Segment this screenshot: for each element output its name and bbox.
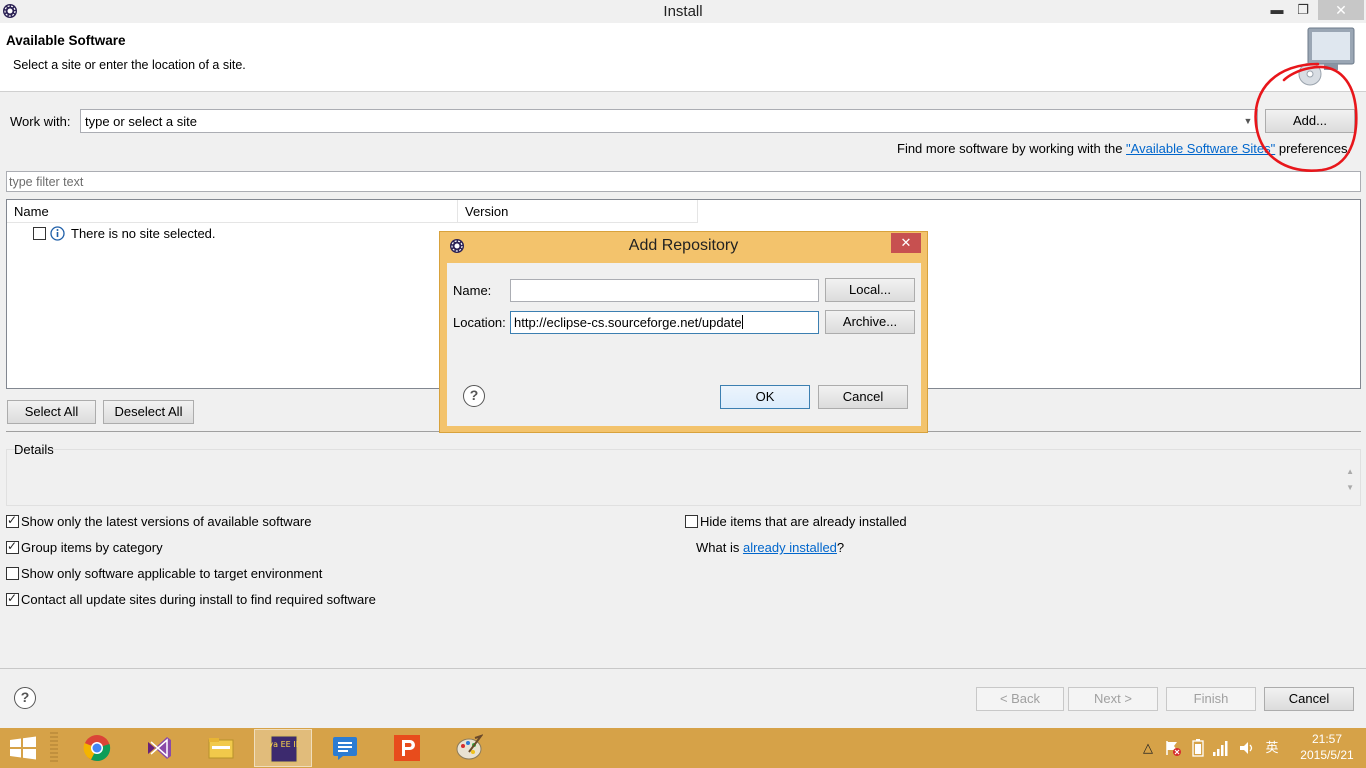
contact-sites-checkbox[interactable] [6, 591, 19, 606]
taskbar-grip [50, 732, 58, 764]
column-header-version[interactable]: Version [458, 200, 698, 223]
taskbar-chrome[interactable] [68, 729, 126, 767]
column-header-name[interactable]: Name [7, 200, 458, 223]
dialog-close-button[interactable]: ✕ [891, 233, 921, 253]
taskbar-eclipse-javaee[interactable]: Java EE IDE [254, 729, 312, 767]
volume-icon[interactable] [1238, 739, 1256, 757]
red-annotation-circle [1254, 62, 1358, 172]
repo-location-input[interactable]: http://eclipse-cs.sourceforge.net/update [510, 311, 819, 334]
chrome-icon [83, 735, 111, 762]
what-is-prefix: What is [696, 540, 743, 555]
target-env-checkbox[interactable] [6, 567, 19, 580]
latest-versions-label: Show only the latest versions of availab… [21, 514, 312, 529]
taskbar-file-explorer[interactable] [192, 729, 250, 767]
group-by-category-label: Group items by category [21, 540, 163, 555]
battery-icon[interactable] [1192, 739, 1204, 757]
clock-date: 2015/5/21 [1300, 748, 1354, 762]
archive-button[interactable]: Archive... [825, 310, 915, 334]
dialog-help-icon[interactable]: ? [463, 385, 485, 407]
filter-placeholder: type filter text [9, 175, 84, 189]
next-button[interactable]: Next > [1068, 687, 1158, 711]
deselect-all-button[interactable]: Deselect All [103, 400, 194, 424]
windows-start-icon[interactable] [8, 736, 38, 760]
taskbar-presentation[interactable] [378, 729, 436, 767]
visual-studio-icon [148, 737, 171, 759]
details-scroll-arrows[interactable]: ▲ ▼ [1346, 468, 1354, 492]
chat-list-icon [333, 737, 357, 760]
taskbar-clock[interactable]: 21:57 2015/5/21 [1296, 731, 1358, 763]
close-button[interactable]: ✕ [1318, 0, 1364, 20]
wizard-header: Available Software Select a site or ente… [0, 23, 1366, 92]
back-button[interactable]: < Back [976, 687, 1064, 711]
repo-name-input[interactable] [510, 279, 819, 302]
hide-installed-checkbox[interactable] [685, 515, 698, 528]
clock-time: 21:57 [1311, 732, 1343, 746]
latest-versions-checkbox[interactable] [6, 513, 19, 528]
work-with-combo[interactable]: type or select a site ▼ [80, 109, 1258, 133]
what-is-installed-text: What is already installed? [696, 540, 844, 555]
repo-location-label: Location: [453, 315, 506, 330]
filter-input[interactable]: type filter text [6, 171, 1361, 192]
what-is-suffix: ? [836, 540, 845, 555]
details-panel: ▲ ▼ [6, 449, 1361, 506]
ok-button[interactable]: OK [720, 385, 810, 409]
help-icon[interactable]: ? [14, 687, 36, 709]
find-more-prefix: Find more software by working with the [897, 141, 1127, 156]
repo-name-label: Name: [453, 283, 492, 298]
row-checkbox[interactable] [33, 227, 46, 240]
title-bar: Install ▬ ❐ ✕ [0, 0, 1366, 23]
tray-up-arrow-icon[interactable]: △ [1140, 736, 1156, 760]
maximize-button[interactable]: ❐ [1290, 0, 1316, 20]
taskbar-messenger[interactable] [316, 729, 374, 767]
page-subtitle: Select a site or enter the location of a… [13, 58, 246, 72]
wifi-signal-icon[interactable] [1212, 739, 1230, 757]
repo-location-value: http://eclipse-cs.sourceforge.net/update [514, 315, 742, 330]
contact-sites-label: Contact all update sites during install … [21, 592, 376, 607]
action-center-flag-icon[interactable] [1164, 739, 1182, 757]
hide-installed-label: Hide items that are already installed [700, 514, 907, 529]
local-button[interactable]: Local... [825, 278, 915, 302]
dialog-body: Name: Local... Location: http://eclipse-… [447, 263, 921, 426]
already-installed-link[interactable]: already installed [743, 540, 837, 555]
select-all-button[interactable]: Select All [7, 400, 96, 424]
text-caret [741, 315, 743, 329]
window-title: Install [663, 3, 703, 20]
info-icon [50, 226, 65, 241]
dialog-title: Add Repository [628, 237, 739, 254]
paint-palette-icon [456, 734, 483, 760]
work-with-label: Work with: [10, 114, 71, 129]
page-title: Available Software [6, 33, 126, 48]
add-repository-dialog: Add Repository ✕ Name: Local... Location… [439, 231, 928, 433]
footer-separator [0, 668, 1366, 669]
eclipse-javaee-icon: Java EE IDE [270, 735, 298, 763]
taskbar-paint[interactable] [440, 729, 498, 767]
finish-button[interactable]: Finish [1166, 687, 1256, 711]
minimize-button[interactable]: ▬ [1264, 0, 1290, 20]
taskbar-visual-studio[interactable] [130, 729, 188, 767]
folder-icon [208, 738, 234, 759]
details-label: Details [14, 442, 54, 457]
empty-message: There is no site selected. [71, 226, 216, 241]
work-with-value: type or select a site [85, 114, 197, 129]
javaee-icon-text: Java EE IDE [270, 740, 298, 749]
group-by-category-checkbox[interactable] [6, 539, 19, 554]
presentation-icon [394, 735, 420, 761]
ime-indicator[interactable]: 英 [1262, 736, 1282, 760]
dialog-cancel-button[interactable]: Cancel [818, 385, 908, 409]
cancel-button[interactable]: Cancel [1264, 687, 1354, 711]
target-env-label: Show only software applicable to target … [21, 566, 323, 581]
taskbar: Java EE IDE △ [0, 728, 1366, 768]
